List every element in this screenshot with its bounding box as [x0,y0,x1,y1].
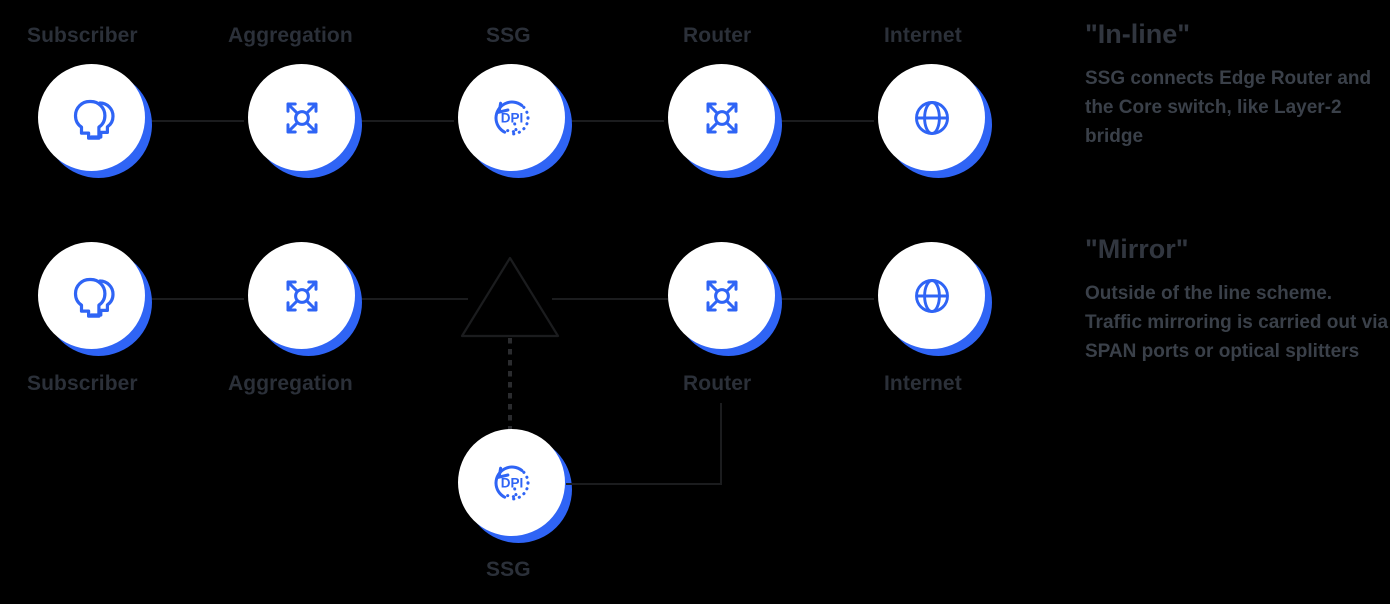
link-ssg-router-row1 [568,120,664,122]
link-splitter-router-row2 [552,298,668,300]
router-switch-icon [696,270,748,322]
node-internet-row1[interactable] [878,64,992,178]
diagram-canvas: Subscriber Aggregation SSG Router Intern… [0,0,1390,604]
node-face-disc [878,64,985,171]
node-ssg-mirror[interactable]: DPI [458,429,572,543]
panel-in-line: "In-line" SSG connects Edge Router and t… [1085,19,1390,151]
globe-icon [907,93,957,143]
panel-body-mirror: Outside of the line scheme. Traffic mirr… [1085,282,1389,362]
node-label-internet-row2: Internet [884,372,962,395]
node-ssg-row1[interactable]: DPI [458,64,572,178]
node-face-disc [878,242,985,349]
node-face-disc: DPI [458,429,565,536]
node-label-aggregation-row2: Aggregation [228,372,353,395]
node-face-disc [668,64,775,171]
node-subscriber-row1[interactable] [38,64,152,178]
panel-title-mirror: "Mirror" [1085,234,1189,264]
node-router-row1[interactable] [668,64,782,178]
node-label-aggregation-row1: Aggregation [228,24,353,47]
node-label-subscriber-row1: Subscriber [27,24,138,47]
node-label-ssg-row1: SSG [486,24,531,47]
node-face-disc [38,242,145,349]
router-switch-icon [696,92,748,144]
dpi-icon-label: DPI [500,475,523,490]
node-router-row2[interactable] [668,242,782,356]
aggregation-switch-icon [276,92,328,144]
node-face-disc: DPI [458,64,565,171]
node-aggregation-row2[interactable] [248,242,362,356]
link-ssg-router-elbow-vertical [720,403,722,485]
node-face-disc [248,64,355,171]
link-ssg-router-elbow-horizontal [566,483,722,485]
subscriber-heads-icon [64,90,120,146]
node-face-disc [668,242,775,349]
link-aggregation-splitter-row2 [358,298,468,300]
node-label-internet-row1: Internet [884,24,962,47]
subscriber-heads-icon [64,268,120,324]
panel-mirror: "Mirror" Outside of the line scheme. Tra… [1085,234,1390,366]
optical-splitter-triangle [458,254,562,347]
node-subscriber-row2[interactable] [38,242,152,356]
panel-title-in-line: "In-line" [1085,19,1191,49]
link-subscriber-aggregation-row1 [148,120,244,122]
node-face-disc [248,242,355,349]
node-label-router-row2: Router [683,372,752,395]
link-aggregation-ssg-row1 [358,120,454,122]
link-subscriber-aggregation-row2 [148,298,244,300]
aggregation-switch-icon [276,270,328,322]
link-splitter-ssg-dotted [508,338,512,442]
node-aggregation-row1[interactable] [248,64,362,178]
node-face-disc [38,64,145,171]
dpi-refresh-icon: DPI [484,90,540,146]
panel-body-in-line: SSG connects Edge Router and the Core sw… [1085,67,1372,147]
link-router-internet-row2 [778,298,874,300]
node-internet-row2[interactable] [878,242,992,356]
node-label-router-row1: Router [683,24,752,47]
dpi-refresh-icon: DPI [484,455,540,511]
globe-icon [907,271,957,321]
link-router-internet-row1 [778,120,874,122]
node-label-subscriber-row2: Subscriber [27,372,138,395]
node-label-ssg-mirror: SSG [486,558,531,581]
dpi-icon-label: DPI [500,110,523,125]
